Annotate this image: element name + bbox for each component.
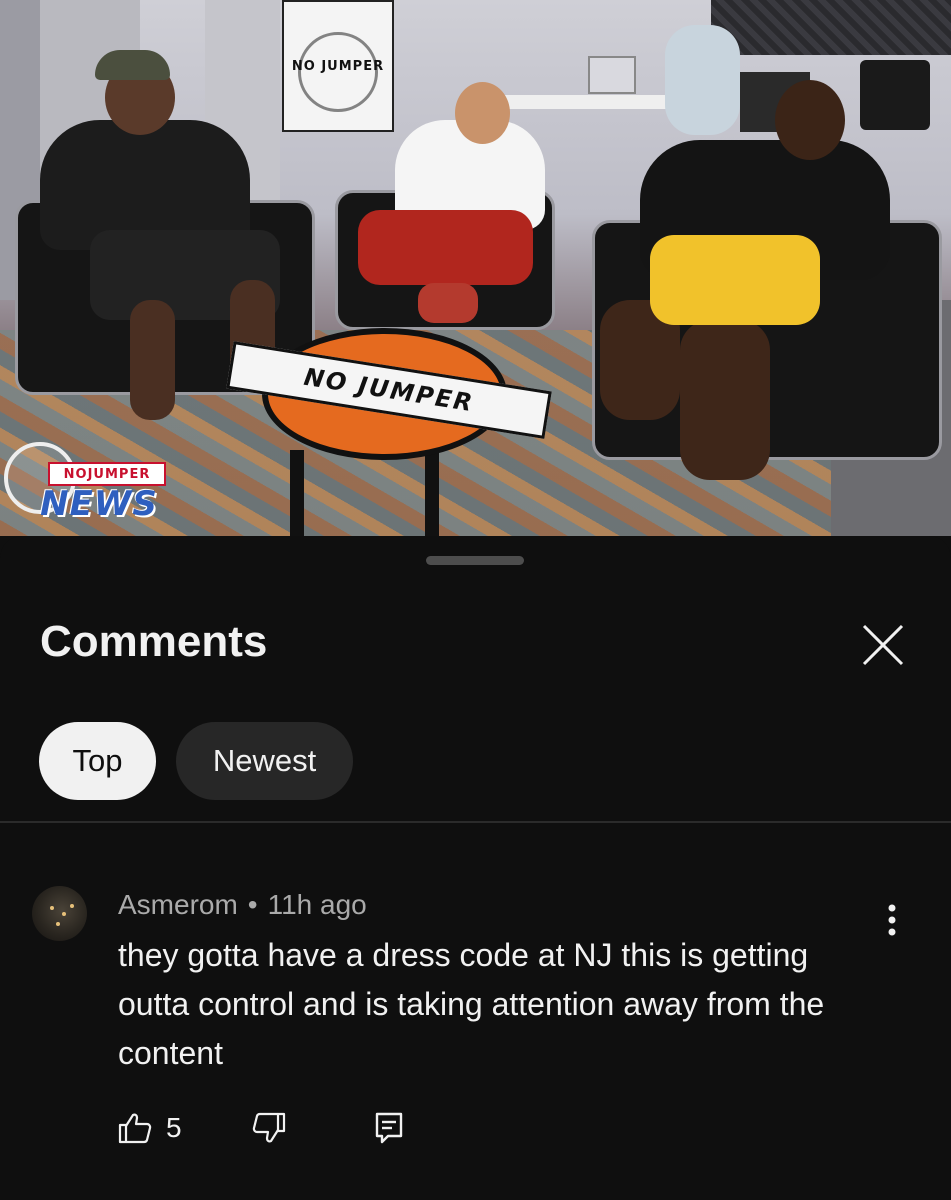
- close-icon: [862, 624, 904, 666]
- person-right-shorts: [650, 235, 820, 325]
- person-right-head: [775, 80, 845, 160]
- avatar-detail: [70, 904, 74, 908]
- comment-author[interactable]: Asmerom: [118, 889, 238, 920]
- drag-handle[interactable]: [426, 556, 524, 565]
- person-left-leg: [130, 300, 175, 420]
- avatar-detail: [62, 912, 66, 916]
- person-center-head: [455, 82, 510, 144]
- thumbs-down-icon: [252, 1112, 285, 1143]
- speaker: [860, 60, 930, 130]
- filter-chip-label: Newest: [212, 743, 317, 778]
- watermark-label: NOJUMPER: [48, 462, 166, 486]
- desk: [505, 95, 685, 109]
- filter-chip-newest[interactable]: Newest: [176, 722, 353, 800]
- person-center-shorts: [358, 210, 533, 285]
- like-count: 5: [166, 1112, 182, 1143]
- watermark-line2: NEWS: [40, 484, 158, 524]
- more-vertical-icon: [888, 904, 896, 936]
- avatar-detail: [50, 906, 54, 910]
- no-jumper-poster: NO JUMPER: [282, 0, 394, 132]
- like-button[interactable]: 5: [118, 1112, 182, 1144]
- person-right-leg: [680, 320, 770, 480]
- more-options-button[interactable]: [870, 898, 914, 942]
- filter-chip-label: Top: [72, 743, 123, 778]
- dislike-button[interactable]: [252, 1112, 286, 1144]
- meta-separator: •: [247, 889, 258, 920]
- comment-actions: 5: [118, 1108, 404, 1148]
- person-center-shoe: [418, 283, 478, 323]
- divider: [0, 821, 951, 823]
- person-left-cap: [95, 50, 170, 80]
- reply-button[interactable]: [374, 1111, 404, 1145]
- video-player[interactable]: NO JUMPER NO JUMPER NOJUMPER NEWS: [0, 0, 951, 536]
- watermark-news: NEWS: [40, 484, 157, 524]
- close-button[interactable]: [852, 614, 914, 676]
- thumbs-up-icon: [118, 1113, 152, 1144]
- watermark-line1: NOJUMPER: [63, 466, 151, 482]
- basketball-logo: [298, 32, 378, 112]
- filter-chip-top[interactable]: Top: [39, 722, 156, 800]
- comment-item: Asmerom • 11h ago they gotta have a dress …: [0, 876, 951, 1176]
- comments-title: Comments: [40, 617, 268, 666]
- comment-time: 11h ago: [267, 889, 367, 920]
- comment-meta: Asmerom • 11h ago: [118, 888, 367, 922]
- avatar[interactable]: [32, 886, 87, 941]
- table-leg: [290, 450, 304, 536]
- laptop: [588, 56, 636, 94]
- avatar-detail: [56, 922, 60, 926]
- channel-watermark: NOJUMPER NEWS: [4, 440, 169, 532]
- comments-sheet: Comments Top Newest Asmerom • 11h ago th…: [0, 536, 951, 1200]
- table-leg: [425, 450, 439, 536]
- acoustic-foam: [711, 0, 951, 55]
- reply-icon: [375, 1112, 402, 1144]
- background-person: [665, 25, 740, 135]
- comment-text: they gotta have a dress code at NJ this …: [118, 937, 825, 1071]
